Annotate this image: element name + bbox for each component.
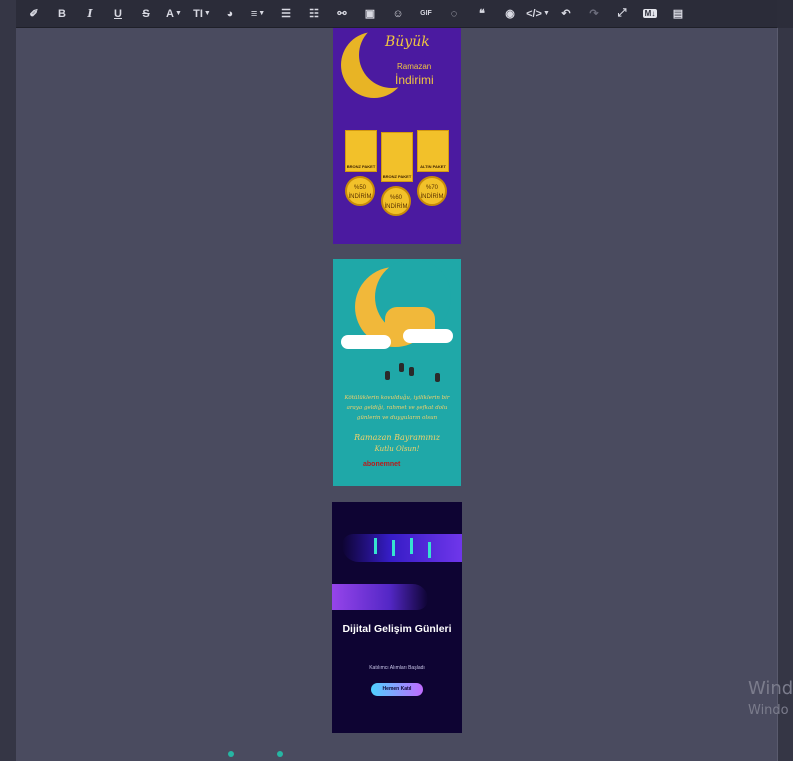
digital-days-image[interactable]: Dijital Gelişim Günleri Katılımcı Alımla… <box>332 502 462 733</box>
package-card-2: BRONZ PAKET <box>381 132 413 182</box>
fullscreen-icon[interactable]: ⤢ <box>608 0 636 28</box>
neon-accent <box>428 542 431 558</box>
editor-content-area[interactable]: Büyük Ramazan İndirimi BRONZ PAKET BRONZ… <box>16 28 777 761</box>
caret-down-icon: ▼ <box>258 10 266 17</box>
code-dropdown[interactable]: </> ▼ <box>524 0 552 28</box>
right-border <box>777 28 793 761</box>
document-icon[interactable]: ▤ <box>664 0 692 28</box>
join-now-button: Hemen Katıl <box>371 683 423 696</box>
neon-accent <box>410 538 413 554</box>
editor-toolbar: ✐ B I U S A ▼ TI ▼ ◕ ≡ ▼ ☰ ☷ ⚯ ▣ ☺ GIF ◌ ❝ … <box>16 0 777 28</box>
neon-accent <box>374 538 377 554</box>
caret-down-icon: ▼ <box>175 10 182 17</box>
sale-title-line2: Ramazan <box>397 62 432 71</box>
underline-button[interactable]: U <box>104 0 132 28</box>
lantern-icon <box>385 371 390 380</box>
lantern-icon <box>409 367 414 376</box>
human-hand-graphic <box>332 584 428 610</box>
emoji-icon[interactable]: ☺ <box>384 0 412 28</box>
greeting-headline: Ramazan Bayramınız <box>354 433 440 442</box>
lantern-icon <box>399 363 404 372</box>
link-icon[interactable]: ⚯ <box>328 0 356 28</box>
greeting-closing: Kutlu Olsun! <box>374 445 420 453</box>
caret-down-icon: ▼ <box>203 10 211 17</box>
left-border <box>0 0 17 761</box>
package-card-1: BRONZ PAKET <box>345 130 377 172</box>
markdown-button[interactable]: M↓ <box>636 0 664 28</box>
discount-badge-2: %60 İNDİRİM <box>381 186 411 216</box>
strikethrough-button[interactable]: S <box>132 0 160 28</box>
ramadan-greeting-image[interactable]: Kötülüklerin kovulduğu, iyiliklerin bir … <box>333 259 461 486</box>
numbered-list-icon[interactable]: ☷ <box>300 0 328 28</box>
align-dropdown[interactable]: ≡ ▼ <box>244 0 272 28</box>
brand-logo: abonemnet <box>363 461 401 468</box>
caret-down-icon: ▼ <box>542 10 550 17</box>
bold-button[interactable]: B <box>48 0 76 28</box>
font-size-dropdown[interactable]: TI ▼ <box>188 0 216 28</box>
redo-icon[interactable]: ↷ <box>580 0 608 28</box>
windows-watermark-line2: Windo <box>748 703 789 718</box>
gif-button[interactable]: GIF <box>412 0 440 28</box>
cloud-graphic <box>341 335 391 349</box>
sale-title-line3: İndirimi <box>395 73 434 87</box>
undo-icon[interactable]: ↶ <box>552 0 580 28</box>
discount-badge-3: %70 İNDİRİM <box>417 176 447 206</box>
teal-dot <box>228 751 234 757</box>
image-icon[interactable]: ▣ <box>356 0 384 28</box>
digital-days-subtitle: Katılımcı Alımları Başladı <box>369 665 425 671</box>
eraser-icon[interactable]: ✐ <box>20 0 48 28</box>
greeting-message: Kötülüklerin kovulduğu, iyiliklerin bir … <box>344 395 450 421</box>
teal-dot <box>277 751 283 757</box>
bullet-list-icon[interactable]: ☰ <box>272 0 300 28</box>
italic-button[interactable]: I <box>76 0 104 28</box>
quote-icon[interactable]: ❝ <box>468 0 496 28</box>
cloud-graphic <box>403 329 453 343</box>
robot-hand-graphic <box>342 534 462 562</box>
neon-accent <box>392 540 395 556</box>
windows-watermark-line1: Wind <box>748 678 793 699</box>
lantern-icon <box>435 373 440 382</box>
package-card-3: ALTIN PAKET <box>417 130 449 172</box>
sale-title-line1: Büyük <box>385 34 430 50</box>
font-color-dropdown[interactable]: A ▼ <box>160 0 188 28</box>
palette-icon[interactable]: ◕ <box>216 0 244 28</box>
comment-icon[interactable]: ◌ <box>440 0 468 28</box>
digital-days-title: Dijital Gelişim Günleri <box>342 623 452 635</box>
ramadan-sale-image[interactable]: Büyük Ramazan İndirimi BRONZ PAKET BRONZ… <box>333 28 461 244</box>
preview-icon[interactable]: ◉ <box>496 0 524 28</box>
discount-badge-1: %50 İNDİRİM <box>345 176 375 206</box>
